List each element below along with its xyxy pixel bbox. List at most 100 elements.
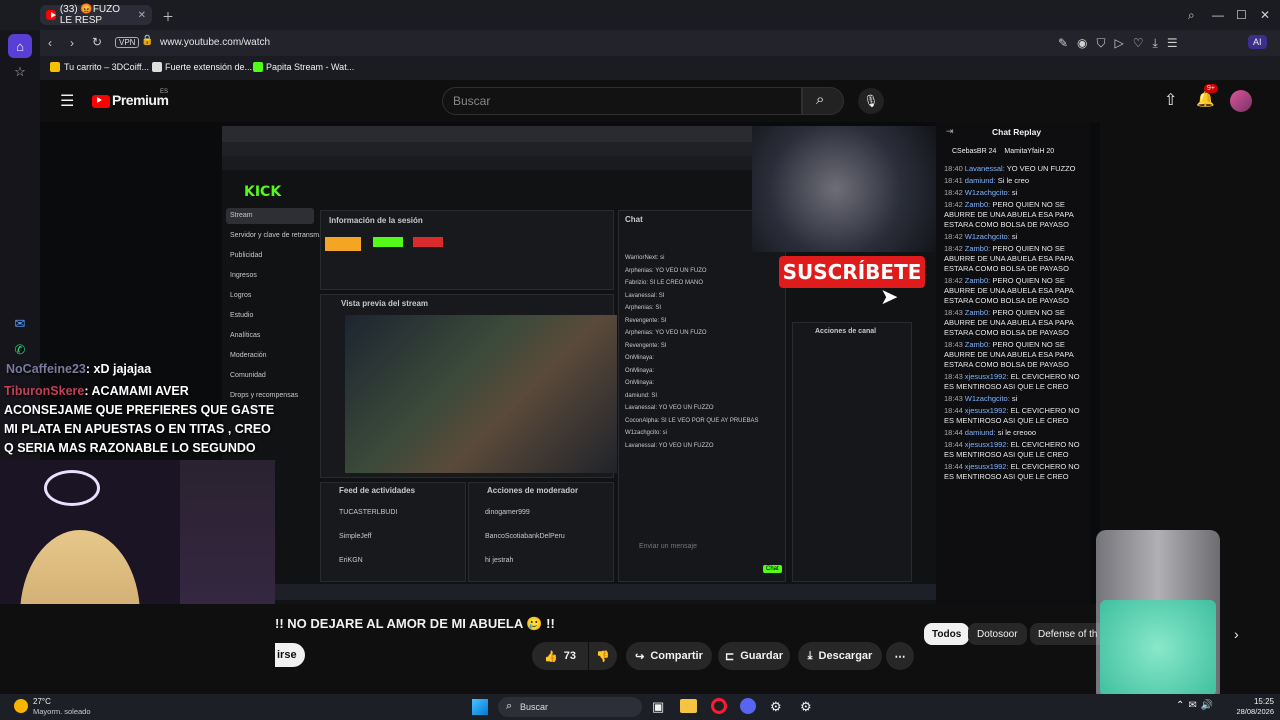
- kick-chat-send[interactable]: Chat: [763, 565, 782, 573]
- chip-all[interactable]: Todos: [924, 623, 970, 645]
- star-icon[interactable]: ☆: [8, 60, 32, 84]
- chip[interactable]: Defense of th: [1030, 623, 1106, 645]
- like-button[interactable]: 👍 73: [532, 642, 588, 670]
- task-view-icon[interactable]: ▣: [652, 699, 664, 715]
- status-badge: [325, 237, 361, 251]
- kick-nav-item[interactable]: Estudio: [230, 312, 321, 319]
- kick-nav-item[interactable]: Analíticas: [230, 332, 321, 339]
- download-button[interactable]: ⤓ Descargar: [798, 642, 882, 670]
- file-explorer-icon[interactable]: [680, 699, 697, 713]
- planet-neon-icon: [44, 470, 100, 506]
- chat-replay-panel: ⇥ Chat Replay CSebasBR 24 MamitaYfaiH 20…: [936, 122, 1090, 604]
- search-button[interactable]: ⌕: [802, 87, 844, 115]
- tab-youtube[interactable]: (33) 😡FUZO LE RESP ✕: [40, 4, 152, 26]
- home-icon[interactable]: ⌂: [8, 34, 32, 58]
- chat-message: 18:44 xjesusx1992: EL CEVICHERO NO ES MEN…: [944, 406, 1080, 425]
- bookmarks-bar: Tu carrito – 3DCoiff... Fuerte extensión…: [40, 56, 1280, 80]
- kick-nav-item[interactable]: Logros: [230, 292, 321, 299]
- maximize-icon[interactable]: ☐: [1236, 8, 1247, 22]
- session-panel: Información de la sesión: [320, 210, 614, 290]
- reload-icon[interactable]: ↻: [92, 35, 102, 49]
- close-window-icon[interactable]: ✕: [1260, 8, 1270, 22]
- youtube-logo-icon[interactable]: [92, 95, 110, 108]
- toolbar-icons[interactable]: ✎◉⛉▷♡⤓☰: [1058, 36, 1187, 51]
- bookmark-1[interactable]: Tu carrito – 3DCoiff...: [64, 62, 149, 72]
- tray-icons[interactable]: ⌃✉🔊: [1176, 700, 1217, 711]
- kick-nav-item[interactable]: Ingresos: [230, 272, 321, 279]
- discord-icon[interactable]: [740, 698, 756, 714]
- kick-chat-line: Revengente: SI: [625, 342, 667, 349]
- overlay-user: NoCaffeine23: [6, 362, 86, 376]
- kick-chat-panel: Chat WarriorNext: si Arphenias: YO VEO U…: [618, 210, 786, 582]
- kick-nav-item[interactable]: Servidor y clave de retransm.: [230, 232, 321, 239]
- session-title: Información de la sesión: [329, 216, 423, 225]
- opera-taskbar-icon[interactable]: [711, 698, 727, 714]
- notification-count: 9+: [1204, 84, 1218, 93]
- kick-chat-input[interactable]: Enviar un mensaje: [639, 543, 697, 550]
- mod-title: Acciones de moderador: [487, 486, 579, 495]
- whatsapp-icon[interactable]: ✆: [8, 338, 32, 362]
- forward-icon[interactable]: ›: [70, 36, 74, 50]
- kick-nav-item[interactable]: Stream: [230, 212, 321, 219]
- weather-desc[interactable]: Mayorm. soleado: [33, 707, 91, 716]
- channel-actions-panel: Acciones de canal: [792, 322, 912, 582]
- app-icon[interactable]: ⚙: [770, 699, 782, 715]
- dislike-button[interactable]: 👎: [589, 642, 617, 670]
- bookmark-icon: ⊏: [724, 650, 735, 663]
- new-tab-icon[interactable]: ＋: [162, 8, 174, 25]
- close-icon[interactable]: ✕: [138, 10, 146, 21]
- weather-temp[interactable]: 27°C: [33, 697, 51, 706]
- tab-bar: (33) 😡FUZO LE RESP ✕ ＋ ⌕ — ☐ ✕: [0, 0, 1280, 30]
- mic-icon[interactable]: 🎙: [858, 88, 884, 114]
- chip[interactable]: Dotosoor: [968, 623, 1027, 645]
- activity-panel: Feed de actividades TUCASTERLBUDI Simple…: [320, 482, 466, 582]
- cursor-icon: ➤: [880, 284, 899, 309]
- more-button[interactable]: ⋯: [886, 642, 914, 670]
- settings-icon[interactable]: ⚙: [800, 699, 812, 715]
- preview-video[interactable]: [345, 315, 617, 473]
- mod-item: BancoScotiabankDelPeru: [485, 533, 565, 540]
- search-icon[interactable]: ⌕: [1188, 8, 1195, 23]
- inner-taskbar: [274, 584, 938, 600]
- upload-icon[interactable]: ⇧: [1164, 90, 1177, 110]
- ai-button[interactable]: AI: [1248, 35, 1267, 49]
- bookmark-2[interactable]: Fuerte extensión de...: [165, 62, 252, 72]
- tab-title: (33) 😡FUZO LE RESP: [59, 4, 121, 26]
- like-count: 73: [563, 650, 576, 662]
- save-button[interactable]: ⊏ Guardar: [718, 642, 790, 670]
- activity-item: SimpleJeff: [339, 533, 372, 540]
- minimize-icon[interactable]: —: [1212, 8, 1224, 22]
- kick-nav-item[interactable]: Moderación: [230, 352, 321, 359]
- kick-chat-line: CoconAlpha: SI LE VEO POR QUE AY PRUEBAS: [625, 417, 759, 424]
- mod-item: dinogamer999: [485, 509, 530, 516]
- address-bar: ‹ › ↻ VPN 🔒 www.youtube.com/watch ✎◉⛉▷♡⤓…: [40, 30, 1280, 56]
- chat-message: 18:40 Lavanessal: YO VEO UN FUZZO: [944, 164, 1076, 173]
- vpn-badge[interactable]: VPN: [115, 37, 140, 48]
- clock-date[interactable]: 28/08/2026: [1230, 707, 1274, 716]
- kick-chat-line: OnMinaya:: [625, 367, 655, 374]
- windows-start-icon[interactable]: [472, 699, 488, 715]
- share-button[interactable]: ↪ Compartir: [626, 642, 712, 670]
- chevron-right-icon[interactable]: ›: [1234, 626, 1239, 642]
- taskbar-search[interactable]: ⌕ Buscar: [498, 697, 642, 717]
- menu-icon[interactable]: ☰: [60, 91, 74, 111]
- subscribe-overlay: SUSCRÍBETE: [779, 256, 925, 288]
- url-text[interactable]: www.youtube.com/watch: [160, 37, 270, 48]
- search-input[interactable]: Buscar: [442, 87, 802, 115]
- kick-nav-item[interactable]: Publicidad: [230, 252, 321, 259]
- clock-time[interactable]: 15:25: [1238, 697, 1274, 706]
- collapse-icon[interactable]: ⇥: [946, 126, 954, 137]
- kick-chat-line: Arphenias: YO VEO UN FUZO: [625, 267, 707, 274]
- subscribe-button[interactable]: irse: [275, 643, 305, 667]
- messenger-icon[interactable]: ✉: [8, 312, 32, 336]
- kick-chat-line: OnMinaya:: [625, 380, 655, 386]
- bookmark-3[interactable]: Papita Stream - Wat...: [266, 62, 354, 72]
- kick-chat-line: OnMinaya:: [625, 355, 655, 361]
- overlay-user: TiburonSkere: [4, 384, 85, 398]
- sun-icon: [14, 699, 28, 713]
- chat-message: 18:41 damiund: Si le creo: [944, 176, 1029, 185]
- back-icon[interactable]: ‹: [48, 36, 52, 50]
- share-label: Compartir: [650, 650, 703, 662]
- chat-message: 18:42 Zamb0: PERO QUIEN NO SE ABURRE DE U…: [944, 276, 1074, 305]
- avatar[interactable]: [1230, 90, 1252, 112]
